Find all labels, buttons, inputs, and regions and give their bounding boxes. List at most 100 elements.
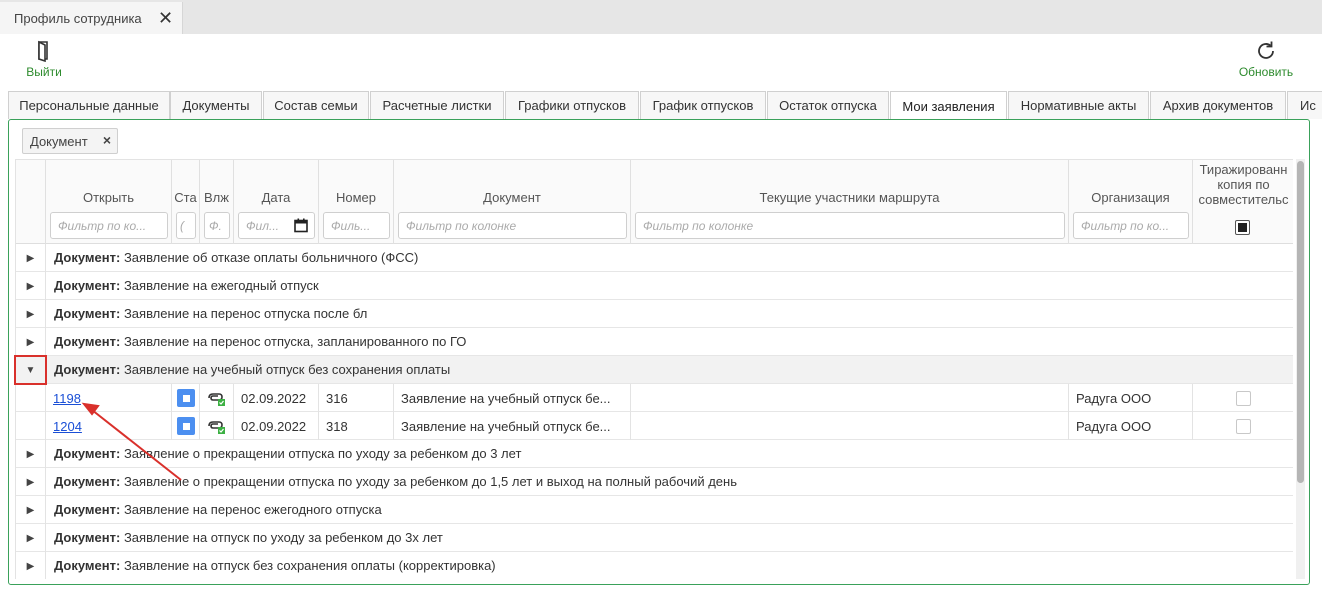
exit-button[interactable]: Выйти (24, 40, 64, 79)
group-row[interactable]: ▶ Документ: Заявление о прекращении отпу… (16, 468, 1293, 496)
document-tab[interactable]: Профиль сотрудника ✕ (0, 2, 183, 34)
header-copy[interactable]: Тиражированн копия по совместительс (1193, 160, 1293, 244)
tab-my-applications[interactable]: Мои заявления (890, 91, 1007, 121)
header-route-title: Текущие участники маршрута (759, 190, 940, 205)
header-number[interactable]: Номер Филь... (319, 160, 394, 244)
group-label: Документ: Заявление о прекращении отпуск… (54, 474, 737, 489)
tab-family[interactable]: Состав семьи (263, 91, 369, 119)
cell-route (631, 384, 1069, 412)
cell-document: Заявление на учебный отпуск бе... (394, 384, 631, 412)
header-organization[interactable]: Организация Фильтр по ко... (1069, 160, 1193, 244)
group-by-chip-label: Документ (30, 133, 88, 149)
expand-arrow-icon[interactable]: ▶ (16, 272, 46, 300)
applications-grid: Открыть Фильтр по ко... Ста ( Влж Ф. Дат… (15, 159, 1293, 579)
tab-vacation-schedule[interactable]: График отпусков (640, 91, 766, 119)
refresh-button[interactable]: Обновить (1234, 40, 1298, 79)
open-document-link[interactable]: 1204 (53, 419, 82, 434)
tab-more[interactable]: Ис (1287, 91, 1322, 119)
table-row[interactable]: 1198 02.09.2022 316 Заявление на учебный… (16, 384, 1293, 412)
tab-personal-data[interactable]: Персональные данные (8, 91, 170, 119)
cell-organization: Радуга ООО (1069, 384, 1193, 412)
scrollbar-thumb[interactable] (1297, 161, 1304, 483)
expand-arrow-icon[interactable]: ▶ (16, 468, 46, 496)
header-route[interactable]: Текущие участники маршрута Фильтр по кол… (631, 160, 1069, 244)
filter-copy-checkbox[interactable] (1235, 220, 1250, 235)
group-row[interactable]: ▶ Документ: Заявление на перенос отпуска… (16, 300, 1293, 328)
refresh-icon (1258, 41, 1274, 59)
header-attachments[interactable]: Влж Ф. (200, 160, 234, 244)
cell-copy[interactable] (1193, 412, 1293, 440)
filter-status-input[interactable]: ( (176, 212, 196, 239)
group-label: Документ: Заявление на отпуск по уходу з… (54, 530, 443, 545)
expand-arrow-icon[interactable]: ▶ (16, 552, 46, 579)
group-row[interactable]: ▶ Документ: Заявление на перенос ежегодн… (16, 496, 1293, 524)
filter-route-input[interactable]: Фильтр по колонке (635, 212, 1065, 239)
open-document-link[interactable]: 1198 (53, 391, 81, 406)
header-open-title: Открыть (82, 190, 135, 205)
header-expander (16, 160, 46, 244)
cell-status (172, 384, 200, 412)
tab-documents[interactable]: Документы (170, 91, 262, 119)
group-label: Документ: Заявление на отпуск без сохран… (54, 558, 496, 573)
header-document[interactable]: Документ Фильтр по колонке (394, 160, 631, 244)
close-tab-icon[interactable]: ✕ (158, 9, 173, 27)
tab-vacation-schedules[interactable]: Графики отпусков (505, 91, 639, 119)
expand-arrow-icon[interactable]: ▶ (16, 496, 46, 524)
tab-payslips[interactable]: Расчетные листки (370, 91, 504, 119)
expand-arrow-icon[interactable]: ▶ (16, 244, 46, 272)
cell-open[interactable]: 1204 (46, 412, 172, 440)
expand-arrow-icon[interactable]: ▶ (16, 300, 46, 328)
filter-attachments-input[interactable]: Ф. (204, 212, 230, 239)
remove-group-icon[interactable]: × (103, 132, 111, 148)
group-label: Документ: Заявление о прекращении отпуск… (54, 446, 522, 461)
status-icon (177, 417, 195, 435)
expand-arrow-icon[interactable]: ▶ (16, 328, 46, 356)
refresh-label: Обновить (1238, 65, 1294, 79)
attachment-icon[interactable] (206, 390, 226, 406)
row-indent (16, 384, 46, 412)
group-row[interactable]: ▶ Документ: Заявление на отпуск без сохр… (16, 552, 1293, 579)
cell-number: 318 (319, 412, 394, 440)
group-row[interactable]: ▶ Документ: Заявление на отпуск по уходу… (16, 524, 1293, 552)
group-row[interactable]: ▶ Документ: Заявление на ежегодный отпус… (16, 272, 1293, 300)
cell-open[interactable]: 1198 (46, 384, 172, 412)
group-row[interactable]: ▶ Документ: Заявление об отказе оплаты б… (16, 244, 1293, 272)
tab-vacation-balance[interactable]: Остаток отпуска (767, 91, 889, 119)
group-row-expanded[interactable]: ▼ Документ: Заявление на учебный отпуск … (16, 356, 1293, 384)
exit-label: Выйти (26, 65, 62, 79)
exit-door-icon (38, 40, 48, 62)
cell-status (172, 412, 200, 440)
filter-document-input[interactable]: Фильтр по колонке (398, 212, 627, 239)
cell-number: 316 (319, 384, 394, 412)
copy-checkbox[interactable] (1236, 390, 1251, 406)
cell-organization: Радуга ООО (1069, 412, 1193, 440)
table-row[interactable]: 1204 02.09.2022 318 Заявление на учебный… (16, 412, 1293, 440)
group-row[interactable]: ▶ Документ: Заявление на перенос отпуска… (16, 328, 1293, 356)
header-status[interactable]: Ста ( (172, 160, 200, 244)
tab-document-archive[interactable]: Архив документов (1150, 91, 1286, 119)
header-date-title: Дата (261, 190, 291, 205)
grid-scrollbar[interactable] (1296, 159, 1305, 579)
filter-number-input[interactable]: Филь... (323, 212, 390, 239)
tab-regulations[interactable]: Нормативные акты (1008, 91, 1149, 119)
cell-copy[interactable] (1193, 384, 1293, 412)
header-date[interactable]: Дата Фил... (234, 160, 319, 244)
attachment-icon[interactable] (206, 418, 226, 434)
group-by-chip[interactable]: Документ × (22, 128, 118, 154)
row-indent (16, 412, 46, 440)
group-row[interactable]: ▶ Документ: Заявление о прекращении отпу… (16, 440, 1293, 468)
header-open[interactable]: Открыть Фильтр по ко... (46, 160, 172, 244)
header-organization-title: Организация (1091, 190, 1170, 205)
header-document-title: Документ (483, 190, 541, 205)
expand-arrow-icon[interactable]: ▶ (16, 440, 46, 468)
filter-open-input[interactable]: Фильтр по ко... (50, 212, 168, 239)
calendar-icon[interactable] (294, 218, 308, 233)
cell-attachments[interactable] (200, 384, 234, 412)
header-status-title: Ста (174, 190, 197, 205)
filter-organization-input[interactable]: Фильтр по ко... (1073, 212, 1189, 239)
cell-attachments[interactable] (200, 412, 234, 440)
filter-date-input[interactable]: Фил... (238, 212, 315, 239)
cell-route (631, 412, 1069, 440)
expand-arrow-icon[interactable]: ▶ (16, 524, 46, 552)
copy-checkbox[interactable] (1236, 418, 1251, 434)
